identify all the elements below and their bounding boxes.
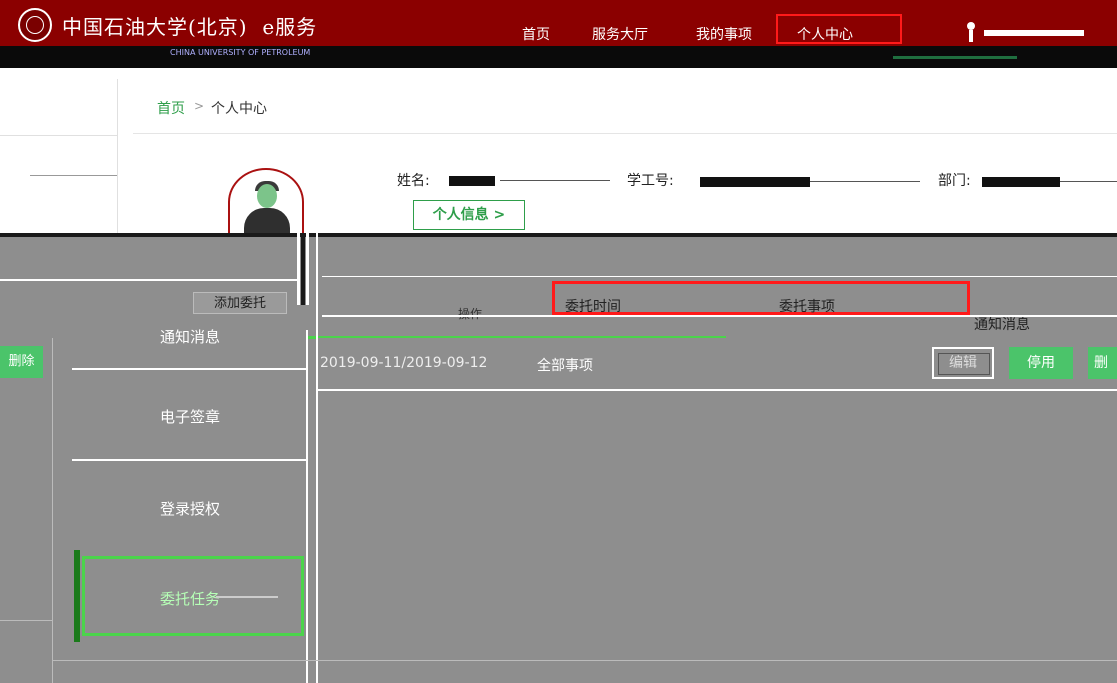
active-indicator — [74, 550, 80, 642]
sidebar-item-notice[interactable]: 通知消息 — [160, 326, 220, 347]
student-id-value-redacted — [700, 177, 810, 187]
menu-divider — [72, 459, 308, 461]
menu-divider — [72, 368, 308, 370]
avatar — [228, 168, 304, 236]
table-cell-date: 2019-09-11/2019-09-12 — [320, 355, 488, 371]
table-header-bottom-line — [322, 315, 1117, 317]
student-id-label: 学工号: — [627, 173, 674, 189]
divider-line — [0, 620, 52, 621]
breadcrumb-home[interactable]: 首页 — [157, 98, 185, 118]
divider-line — [1060, 181, 1117, 182]
divider-line — [500, 180, 610, 181]
sidebar-item-label: 委托任务 — [160, 590, 221, 608]
divider-line — [810, 181, 920, 182]
user-name-redacted[interactable] — [984, 30, 1084, 36]
left-panel-top — [0, 79, 118, 233]
university-logo-text: 中国石油大学(北京) e服务 — [62, 15, 318, 39]
name-value-redacted — [449, 176, 495, 186]
delete-button[interactable]: 删除 — [1088, 347, 1117, 379]
delete-button[interactable]: 删除 — [0, 346, 43, 378]
divider-line — [52, 660, 1117, 661]
sidebar-menu: 通知消息 电子签章 登录授权 委托任务 — [72, 328, 308, 683]
personal-info-button[interactable]: 个人信息 > — [413, 200, 525, 230]
department-value-redacted — [982, 177, 1060, 187]
vertical-divider — [301, 233, 305, 305]
name-label: 姓名: — [397, 173, 430, 189]
table-row-divider — [318, 389, 1117, 391]
university-logo-subtitle: CHINA UNIVERSITY OF PETROLEUM — [170, 48, 311, 57]
edit-button[interactable]: 编辑 — [932, 347, 994, 379]
nav-my-items[interactable]: 我的事项 — [696, 24, 752, 44]
sidebar-item-login-auth[interactable]: 登录授权 — [160, 498, 220, 519]
column-header-item: 委托事项 — [779, 299, 835, 315]
column-header-actions: 操作 — [458, 307, 483, 321]
column-header-time: 委托时间 — [565, 299, 621, 315]
user-icon[interactable] — [966, 22, 976, 42]
divider-line — [0, 279, 300, 281]
disable-button[interactable]: 停用 — [1009, 347, 1073, 379]
sidebar-item-esignature[interactable]: 电子签章 — [160, 406, 220, 427]
table-cell-scope: 全部事项 — [537, 358, 593, 374]
breadcrumb-separator: > — [194, 99, 205, 113]
vertical-divider — [297, 233, 300, 305]
vertical-divider — [306, 233, 309, 305]
table-header-top-line — [322, 276, 1117, 277]
add-delegate-button[interactable]: 添加委托 — [193, 292, 287, 314]
overlay-top-edge — [0, 233, 1117, 237]
decorative-line — [216, 596, 278, 598]
breadcrumb-current: 个人中心 — [211, 101, 267, 117]
breadcrumb — [133, 79, 1117, 134]
university-seal-icon — [18, 8, 52, 42]
department-label: 部门: — [938, 173, 971, 189]
nav-personal-center-highlight — [776, 14, 902, 44]
nav-home[interactable]: 首页 — [522, 24, 550, 44]
notice-message-label: 通知消息 — [974, 317, 1030, 333]
header-underline — [893, 56, 1017, 59]
left-panel — [0, 338, 53, 683]
nav-service-hall[interactable]: 服务大厅 — [592, 24, 648, 44]
